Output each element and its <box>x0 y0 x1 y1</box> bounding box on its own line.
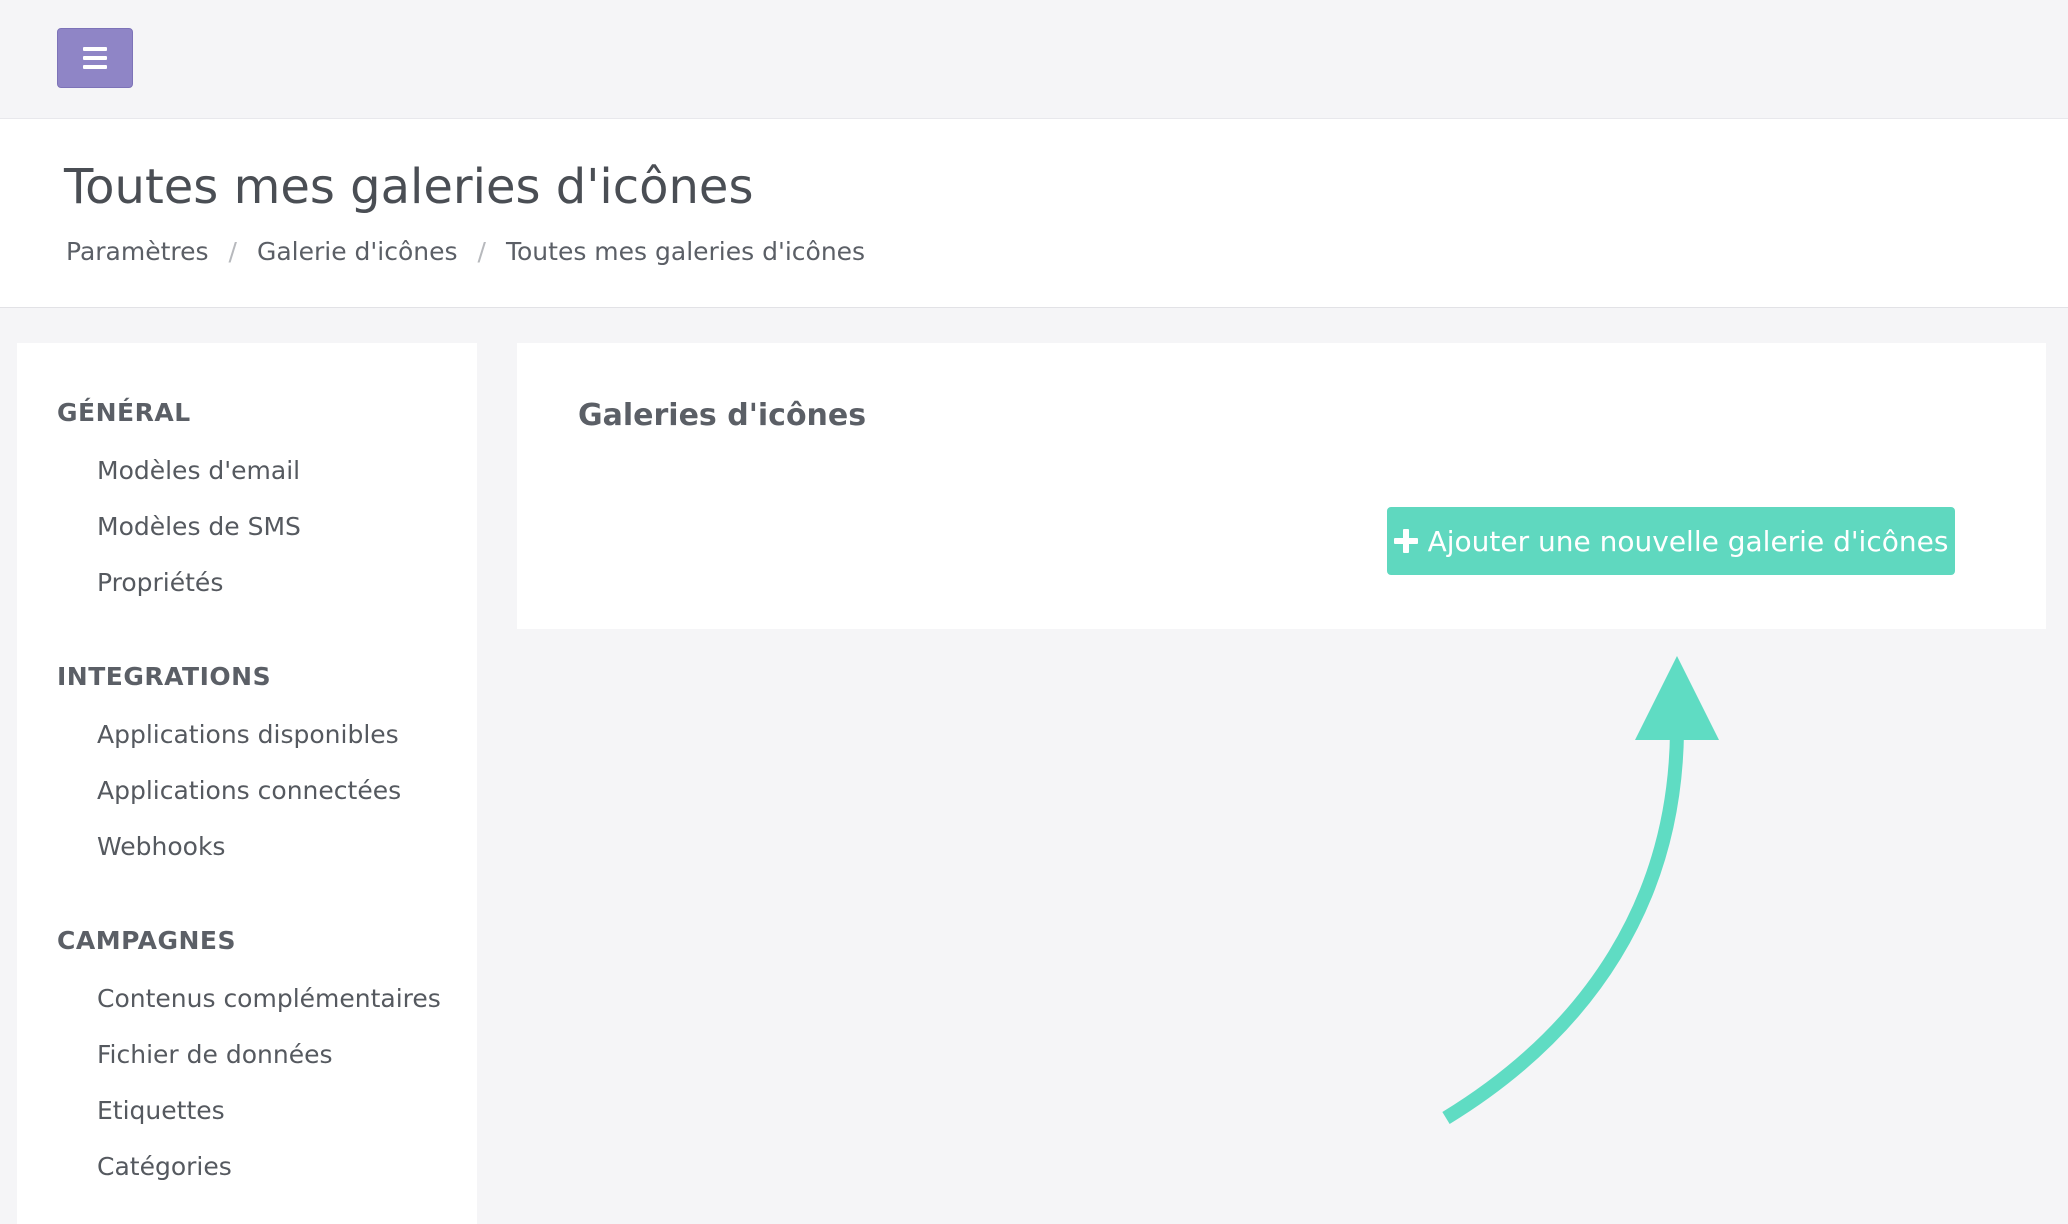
menu-toggle-button[interactable] <box>57 28 133 88</box>
sidebar-section-campaigns: CAMPAGNES Contenus complémentaires Fichi… <box>57 923 441 1195</box>
sidebar-item-sms-templates[interactable]: Modèles de SMS <box>97 499 301 555</box>
sidebar-section-integrations: INTEGRATIONS Applications disponibles Ap… <box>57 659 401 875</box>
plus-icon <box>1393 529 1418 553</box>
breadcrumb-item-current: Toutes mes galeries d'icônes <box>505 237 866 266</box>
sidebar-item-labels[interactable]: Etiquettes <box>97 1083 441 1139</box>
sidebar-item-categories[interactable]: Catégories <box>97 1139 441 1195</box>
icon-galleries-card: Galeries d'icônes Ajouter une nouvelle g… <box>517 343 2046 629</box>
card-title: Galeries d'icônes <box>578 398 867 433</box>
sidebar-item-email-templates[interactable]: Modèles d'email <box>97 443 301 499</box>
sidebar-heading: CAMPAGNES <box>57 926 236 955</box>
page-header: Toutes mes galeries d'icônes Paramètres … <box>0 118 2068 308</box>
breadcrumb: Paramètres / Galerie d'icônes / Toutes m… <box>66 237 865 266</box>
hamburger-menu-icon <box>83 47 107 69</box>
sidebar-item-additional-content[interactable]: Contenus complémentaires <box>97 971 441 1027</box>
sidebar-item-webhooks[interactable]: Webhooks <box>97 819 401 875</box>
curved-arrow-icon <box>1442 656 1719 1124</box>
top-bar <box>0 0 2068 118</box>
page-title: Toutes mes galeries d'icônes <box>64 159 754 215</box>
breadcrumb-item-parametres[interactable]: Paramètres <box>66 237 209 266</box>
sidebar-heading: INTEGRATIONS <box>57 662 272 691</box>
sidebar-section-general: GÉNÉRAL Modèles d'email Modèles de SMS P… <box>57 395 301 611</box>
breadcrumb-item-galerie[interactable]: Galerie d'icônes <box>257 237 458 266</box>
sidebar-item-properties[interactable]: Propriétés <box>97 555 301 611</box>
add-icon-gallery-label: Ajouter une nouvelle galerie d'icônes <box>1427 524 1949 558</box>
add-icon-gallery-button[interactable]: Ajouter une nouvelle galerie d'icônes <box>1387 507 1955 575</box>
sidebar-item-connected-apps[interactable]: Applications connectées <box>97 763 401 819</box>
sidebar-heading: GÉNÉRAL <box>57 398 191 427</box>
sidebar-item-data-file[interactable]: Fichier de données <box>97 1027 441 1083</box>
breadcrumb-separator: / <box>228 237 237 266</box>
settings-sidebar: GÉNÉRAL Modèles d'email Modèles de SMS P… <box>17 343 477 1224</box>
breadcrumb-separator: / <box>477 237 486 266</box>
sidebar-item-available-apps[interactable]: Applications disponibles <box>97 707 401 763</box>
